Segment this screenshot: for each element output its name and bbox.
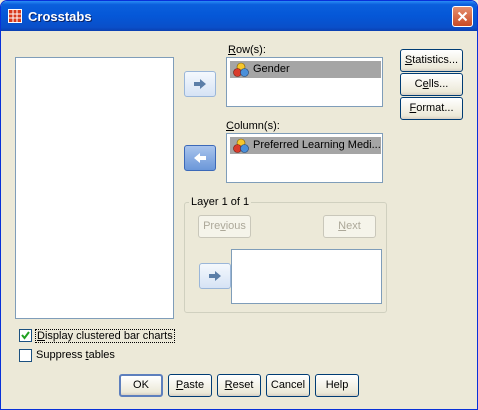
layer-list[interactable] — [231, 249, 382, 304]
clustered-bar-charts-label[interactable]: Display clustered bar charts — [35, 329, 175, 343]
suppress-tables-checkbox[interactable] — [19, 349, 32, 362]
layer-label: Layer 1 of 1 — [189, 196, 252, 208]
columns-item[interactable]: Preferred Learning Medi... — [230, 137, 381, 154]
cancel-button[interactable]: Cancel — [266, 374, 310, 397]
ok-button[interactable]: OK — [119, 374, 163, 397]
move-to-layer-button[interactable] — [199, 263, 231, 289]
format-button[interactable]: Format... — [400, 97, 463, 120]
arrow-right-icon — [209, 271, 221, 281]
title-bar[interactable]: Crosstabs — [1, 1, 477, 31]
help-button[interactable]: Help — [315, 374, 359, 397]
dialog-title: Crosstabs — [28, 9, 92, 24]
columns-item-label: Preferred Learning Medi... — [253, 139, 381, 151]
close-button[interactable] — [452, 6, 473, 27]
paste-button[interactable]: Paste — [168, 374, 212, 397]
previous-button[interactable]: Previous — [198, 215, 251, 238]
close-icon — [457, 11, 468, 22]
rows-list[interactable]: Gender — [226, 57, 383, 107]
arrow-right-icon — [194, 79, 206, 89]
columns-list[interactable]: Preferred Learning Medi... — [226, 133, 383, 183]
rows-item-label: Gender — [253, 63, 290, 75]
checkmark-icon — [21, 331, 30, 340]
source-variable-list[interactable] — [15, 57, 174, 319]
rows-label: Row(s): — [228, 44, 266, 56]
statistics-button[interactable]: Statistics... — [400, 49, 463, 72]
suppress-tables-label[interactable]: Suppress tables — [36, 349, 115, 361]
nominal-variable-icon — [233, 138, 249, 153]
columns-label: Column(s): — [226, 120, 280, 132]
rows-item[interactable]: Gender — [230, 61, 381, 78]
cells-button[interactable]: Cells... — [400, 73, 463, 96]
crosstabs-dialog: Crosstabs Row(s): Gender Column(s): Pref… — [0, 0, 478, 410]
arrow-left-icon — [194, 153, 206, 163]
move-to-columns-button[interactable] — [184, 145, 216, 171]
reset-button[interactable]: Reset — [217, 374, 261, 397]
crosstabs-icon — [8, 9, 22, 23]
next-button[interactable]: Next — [323, 215, 376, 238]
move-to-rows-button[interactable] — [184, 71, 216, 97]
clustered-bar-charts-checkbox[interactable] — [19, 329, 32, 342]
nominal-variable-icon — [233, 62, 249, 77]
